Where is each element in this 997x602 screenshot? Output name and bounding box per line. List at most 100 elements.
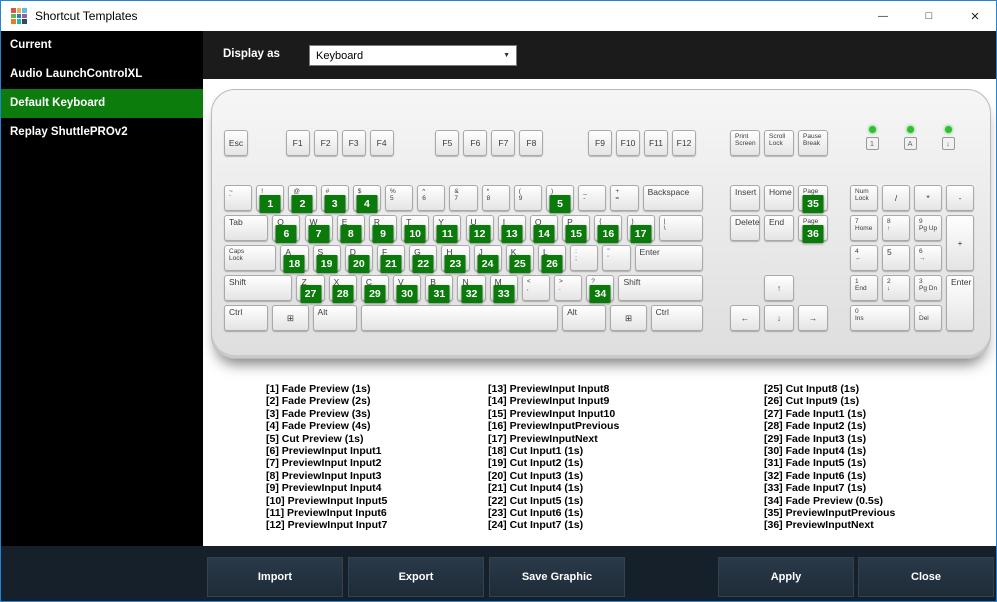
shortcut-entry: [30] Fade Input4 (1s) bbox=[764, 445, 867, 458]
shortcut-entry: [35] PreviewInputPrevious bbox=[764, 507, 896, 520]
key-label: 2 ↓ bbox=[887, 278, 891, 292]
key-del: . Del bbox=[914, 305, 942, 331]
key-ctrl: Ctrl bbox=[224, 305, 269, 331]
key-label: F8 bbox=[526, 137, 537, 148]
key-label: & 7 bbox=[454, 188, 459, 202]
key-label: ( 9 bbox=[518, 188, 523, 202]
key-7: & 7 bbox=[449, 185, 478, 211]
key-label: ⊞ bbox=[286, 312, 294, 323]
key-pause-break: Pause Break bbox=[798, 130, 828, 156]
key-5: 5 bbox=[882, 245, 910, 271]
key-label: Home bbox=[769, 187, 792, 197]
key-space: ↓ bbox=[764, 305, 794, 331]
app-icon-square bbox=[22, 19, 27, 24]
shortcut-entry: [20] Cut Input3 (1s) bbox=[488, 469, 584, 482]
shortcut-entry: [36] PreviewInputNext bbox=[764, 519, 874, 532]
key-label: Insert bbox=[735, 187, 757, 197]
led-scroll-lock: ↓ bbox=[933, 126, 963, 150]
key-label: F12 bbox=[676, 137, 692, 148]
key-z: Z 27 bbox=[296, 275, 325, 303]
shortcut-entry: [21] Cut Input4 (1s) bbox=[488, 482, 584, 495]
key-label: ⊞ bbox=[624, 312, 633, 323]
num-lock-led-icon bbox=[868, 126, 876, 133]
shortcut-badge-12: 12 bbox=[469, 225, 491, 243]
key-9: ( 9 bbox=[513, 185, 542, 211]
key-0: ) 05 bbox=[546, 185, 575, 213]
key-a: A 18 bbox=[280, 245, 309, 273]
key-t: T 10 bbox=[401, 215, 430, 243]
shortcut-badge-2: 2 bbox=[291, 195, 313, 213]
key-label: 1 End bbox=[855, 278, 867, 292]
sidebar-item-replay-shuttleprov2[interactable]: Replay ShuttlePROv2 bbox=[1, 118, 203, 147]
key-enter: Enter bbox=[634, 245, 703, 271]
key-l: L 26 bbox=[537, 245, 567, 273]
key-home: Home bbox=[764, 185, 794, 211]
key-space: + = bbox=[610, 185, 639, 211]
shortcut-badge-18: 18 bbox=[283, 255, 305, 273]
import-button[interactable]: Import bbox=[207, 557, 343, 597]
shortcut-entry: [29] Fade Input3 (1s) bbox=[764, 432, 867, 445]
keyboard-graphic: Esc F1 F2 F3 F4 F5 F6 F7 F8 F9 F10 F11 F12 ~ ` ! 11@ 2… bbox=[211, 89, 991, 359]
sidebar-item-audio-launchcontrolxl[interactable]: Audio LaunchControlXL bbox=[1, 60, 203, 89]
save-graphic-button[interactable]: Save Graphic bbox=[489, 557, 625, 597]
close-button[interactable]: Close bbox=[858, 557, 994, 597]
key-3-pg-dn: 3 Pg Dn bbox=[914, 275, 942, 301]
key-space: ? /34 bbox=[586, 275, 615, 303]
key-label: Num Lock bbox=[855, 188, 869, 202]
display-as-value: Keyboard bbox=[316, 49, 364, 62]
app-icon-square bbox=[11, 8, 16, 13]
key-f4: F4 bbox=[369, 130, 394, 156]
key-1-end: 1 End bbox=[850, 275, 878, 301]
led-num-lock: 1 bbox=[857, 126, 887, 150]
key-label: F5 bbox=[442, 137, 453, 148]
key-f7: F7 bbox=[491, 130, 516, 156]
key-label: F7 bbox=[498, 137, 509, 148]
key-i: I 13 bbox=[497, 215, 526, 243]
sidebar-item-current[interactable]: Current bbox=[1, 31, 203, 60]
key-f9: F9 bbox=[588, 130, 612, 156]
shortcut-entry: [10] PreviewInput Input5 bbox=[266, 494, 388, 507]
shortcut-badge-8: 8 bbox=[340, 225, 362, 243]
shortcut-entry: [22] Cut Input5 (1s) bbox=[488, 494, 584, 507]
key-label: 3 Pg Dn bbox=[919, 278, 938, 292]
shortcut-entry: [27] Fade Input1 (1s) bbox=[764, 407, 867, 420]
key-d: D 20 bbox=[344, 245, 373, 273]
shortcut-badge-32: 32 bbox=[461, 285, 483, 303]
shortcut-entry: [1] Fade Preview (1s) bbox=[266, 383, 371, 395]
sidebar-item-default-keyboard[interactable]: Default Keyboard bbox=[1, 89, 203, 118]
apply-button[interactable]: Apply bbox=[718, 557, 854, 597]
shortcut-badge-17: 17 bbox=[630, 225, 652, 243]
shortcut-entry: [18] Cut Input1 (1s) bbox=[488, 445, 584, 458]
key-space: ⊞ bbox=[610, 305, 647, 331]
shortcut-badge-3: 3 bbox=[324, 195, 346, 213]
shortcut-badge-11: 11 bbox=[436, 225, 458, 243]
key-label: % 5 bbox=[390, 188, 396, 202]
shortcut-list-column-2: [13] PreviewInput Input8 [14] PreviewInpu… bbox=[488, 383, 619, 532]
shortcut-badge-9: 9 bbox=[372, 225, 394, 243]
maximize-button[interactable]: □ bbox=[906, 1, 952, 31]
key-label: ↑ bbox=[776, 282, 782, 293]
shortcut-entry: [8] PreviewInput Input3 bbox=[266, 469, 382, 482]
key-label: Backspace bbox=[647, 187, 690, 197]
key-label: 9 Pg Up bbox=[919, 218, 938, 232]
close-window-button[interactable]: × bbox=[952, 1, 996, 31]
key-label: * 8 bbox=[486, 188, 491, 202]
key-space: ← bbox=[730, 305, 760, 331]
export-button[interactable]: Export bbox=[348, 557, 484, 597]
key-caps-lock: Caps Lock bbox=[224, 245, 277, 271]
minimize-button[interactable]: — bbox=[860, 1, 906, 31]
app-icon-square bbox=[16, 19, 22, 24]
key-delete: Delete bbox=[730, 215, 760, 241]
key-f10: F10 bbox=[616, 130, 640, 156]
key-space: _ - bbox=[578, 185, 607, 211]
led-caps-lock: A bbox=[895, 126, 925, 150]
shortcut-entry: [24] Cut Input7 (1s) bbox=[488, 519, 584, 532]
key-label: Enter bbox=[951, 277, 972, 287]
key-9-pg-up: 9 Pg Up bbox=[914, 215, 942, 241]
display-as-dropdown[interactable]: Keyboard ▼ bbox=[309, 45, 517, 66]
shortcut-entry: [15] PreviewInput Input10 bbox=[488, 407, 616, 420]
key-label: Pause Break bbox=[803, 133, 822, 147]
key-f11: F11 bbox=[644, 130, 668, 156]
app-icon-square bbox=[11, 13, 16, 19]
key-label: * bbox=[926, 192, 930, 203]
